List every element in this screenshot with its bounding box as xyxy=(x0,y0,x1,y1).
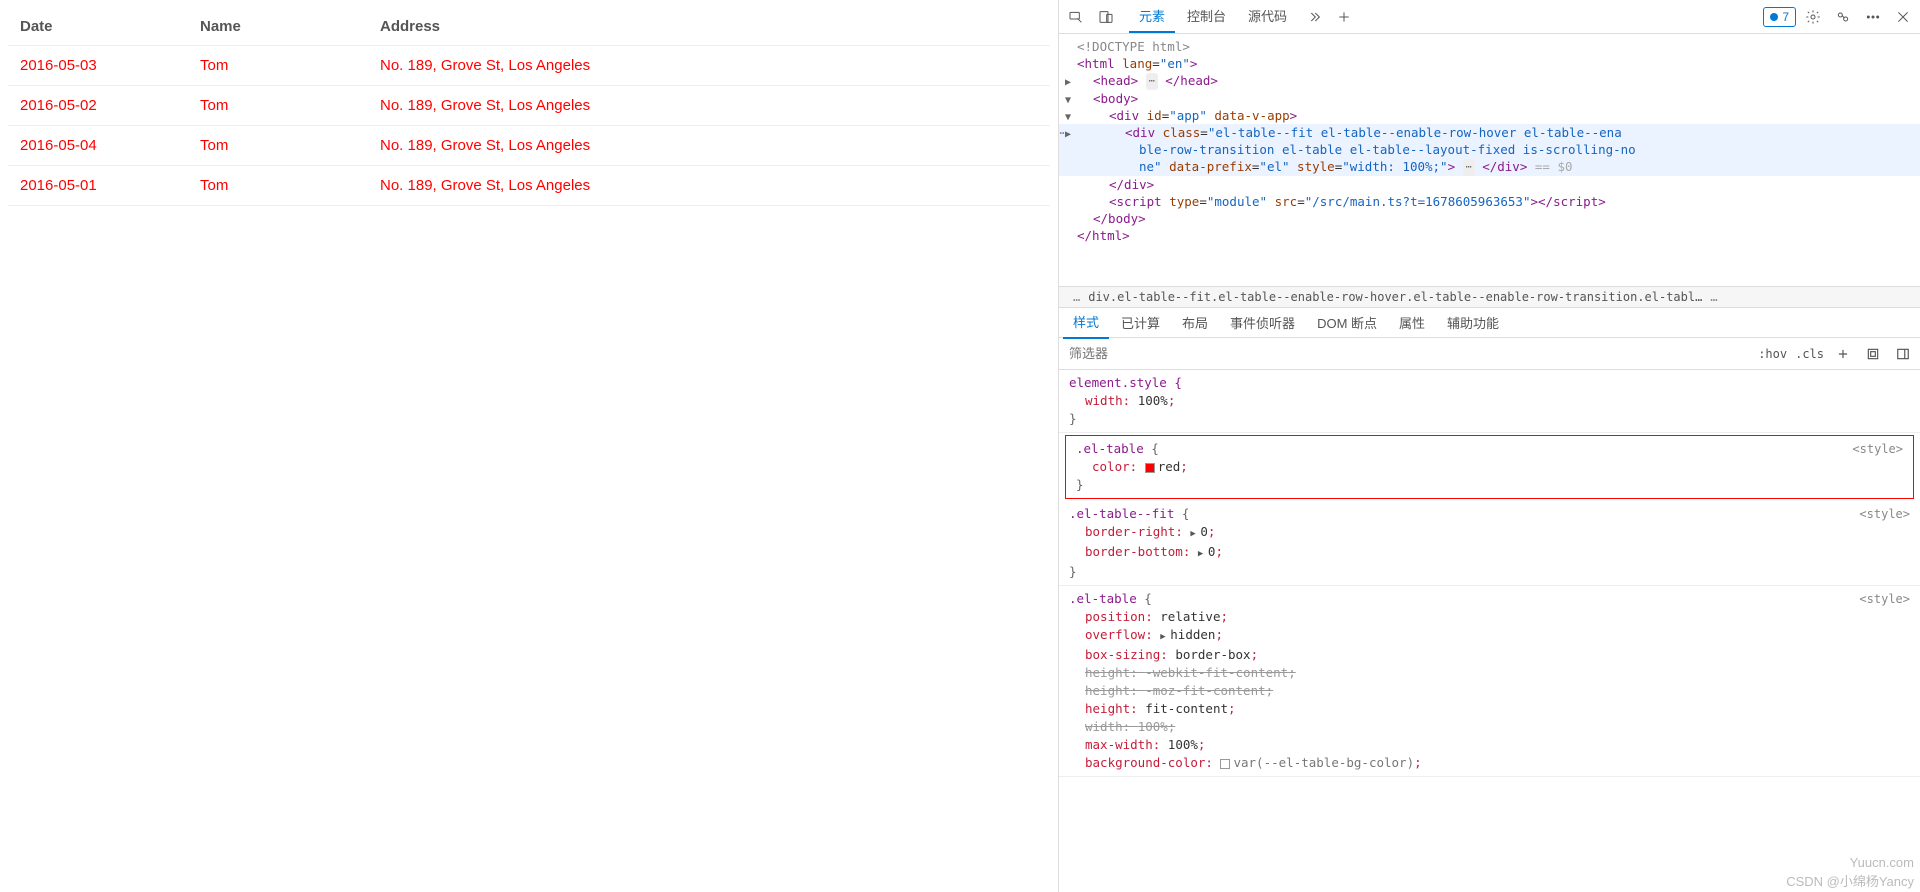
subtab-computed[interactable]: 已计算 xyxy=(1111,307,1170,338)
styles-filter-row: :hov .cls xyxy=(1059,338,1920,370)
cell-name: Tom xyxy=(188,86,368,126)
cell-name: Tom xyxy=(188,46,368,86)
cell-address: No. 189, Grove St, Los Angeles xyxy=(368,46,1050,86)
watermark-2: CSDN @小绵杨Yancy xyxy=(1786,871,1914,890)
issues-badge[interactable]: 7 xyxy=(1763,7,1796,27)
devtools-tabs: 元素 控制台 源代码 xyxy=(1129,0,1297,33)
page-content: Date Name Address 2016-05-03TomNo. 189, … xyxy=(0,0,1058,892)
tab-elements[interactable]: 元素 xyxy=(1129,0,1175,33)
data-table: Date Name Address 2016-05-03TomNo. 189, … xyxy=(8,8,1050,206)
selected-dom-node[interactable]: ⋯▶<div class="el-table--fit el-table--en… xyxy=(1059,124,1920,141)
watermark-1: Yuucn.com xyxy=(1850,855,1914,870)
cls-toggle[interactable]: .cls xyxy=(1795,347,1824,361)
breadcrumb-text: div.el-table--fit.el-table--enable-row-h… xyxy=(1088,290,1702,304)
cell-date: 2016-05-01 xyxy=(8,166,188,206)
new-rule-icon[interactable] xyxy=(1832,343,1854,365)
device-icon[interactable] xyxy=(1093,4,1119,30)
table-row[interactable]: 2016-05-01TomNo. 189, Grove St, Los Ange… xyxy=(8,166,1050,206)
dom-doctype: <!DOCTYPE html> xyxy=(1077,39,1190,54)
rule-element-style[interactable]: element.style { width: 100%; } xyxy=(1059,370,1920,433)
inspect-icon[interactable] xyxy=(1063,4,1089,30)
more-tabs-icon[interactable] xyxy=(1301,4,1327,30)
cell-date: 2016-05-04 xyxy=(8,126,188,166)
close-icon[interactable] xyxy=(1890,4,1916,30)
table-row[interactable]: 2016-05-04TomNo. 189, Grove St, Los Ange… xyxy=(8,126,1050,166)
col-address: Address xyxy=(368,8,1050,46)
computed-icon[interactable] xyxy=(1862,343,1884,365)
cell-address: No. 189, Grove St, Los Angeles xyxy=(368,166,1050,206)
col-date: Date xyxy=(8,8,188,46)
table-header-row: Date Name Address xyxy=(8,8,1050,46)
sidebar-icon[interactable] xyxy=(1892,343,1914,365)
cell-date: 2016-05-02 xyxy=(8,86,188,126)
col-name: Name xyxy=(188,8,368,46)
styles-filter-input[interactable] xyxy=(1059,346,1752,361)
badge-count: 7 xyxy=(1782,10,1789,24)
dom-tree[interactable]: <!DOCTYPE html> <html lang="en"> ▶<head>… xyxy=(1059,34,1920,286)
rule-el-table-fit[interactable]: <style> .el-table--fit { border-right: ▶… xyxy=(1059,501,1920,586)
subtab-listeners[interactable]: 事件侦听器 xyxy=(1220,307,1305,338)
tab-sources[interactable]: 源代码 xyxy=(1238,0,1297,33)
cell-name: Tom xyxy=(188,126,368,166)
tab-console[interactable]: 控制台 xyxy=(1177,0,1236,33)
subtab-layout[interactable]: 布局 xyxy=(1172,307,1218,338)
hov-toggle[interactable]: :hov xyxy=(1758,347,1787,361)
dom-breadcrumb[interactable]: … div.el-table--fit.el-table--enable-row… xyxy=(1059,286,1920,308)
cell-address: No. 189, Grove St, Los Angeles xyxy=(368,86,1050,126)
add-tab-icon[interactable] xyxy=(1331,4,1357,30)
cell-address: No. 189, Grove St, Los Angeles xyxy=(368,126,1050,166)
cell-name: Tom xyxy=(188,166,368,206)
activity-icon[interactable] xyxy=(1830,4,1856,30)
subtab-dombreak[interactable]: DOM 断点 xyxy=(1307,307,1387,338)
cell-date: 2016-05-03 xyxy=(8,46,188,86)
subtab-props[interactable]: 属性 xyxy=(1389,307,1435,338)
devtools-panel: 元素 控制台 源代码 7 <!DOCTYPE html> <html lang=… xyxy=(1058,0,1920,892)
table-row[interactable]: 2016-05-02TomNo. 189, Grove St, Los Ange… xyxy=(8,86,1050,126)
rule-el-table-color[interactable]: <style> .el-table { color: red; } xyxy=(1065,435,1914,499)
settings-icon[interactable] xyxy=(1800,4,1826,30)
more-icon[interactable] xyxy=(1860,4,1886,30)
table-row[interactable]: 2016-05-03TomNo. 189, Grove St, Los Ange… xyxy=(8,46,1050,86)
styles-panel[interactable]: element.style { width: 100%; } <style> .… xyxy=(1059,370,1920,892)
styles-subtabs: 样式 已计算 布局 事件侦听器 DOM 断点 属性 辅助功能 xyxy=(1059,308,1920,338)
devtools-toolbar: 元素 控制台 源代码 7 xyxy=(1059,0,1920,34)
subtab-a11y[interactable]: 辅助功能 xyxy=(1437,307,1509,338)
color-swatch-icon[interactable] xyxy=(1145,463,1155,473)
subtab-styles[interactable]: 样式 xyxy=(1063,306,1109,339)
rule-el-table-base[interactable]: <style> .el-table { position: relative; … xyxy=(1059,586,1920,777)
